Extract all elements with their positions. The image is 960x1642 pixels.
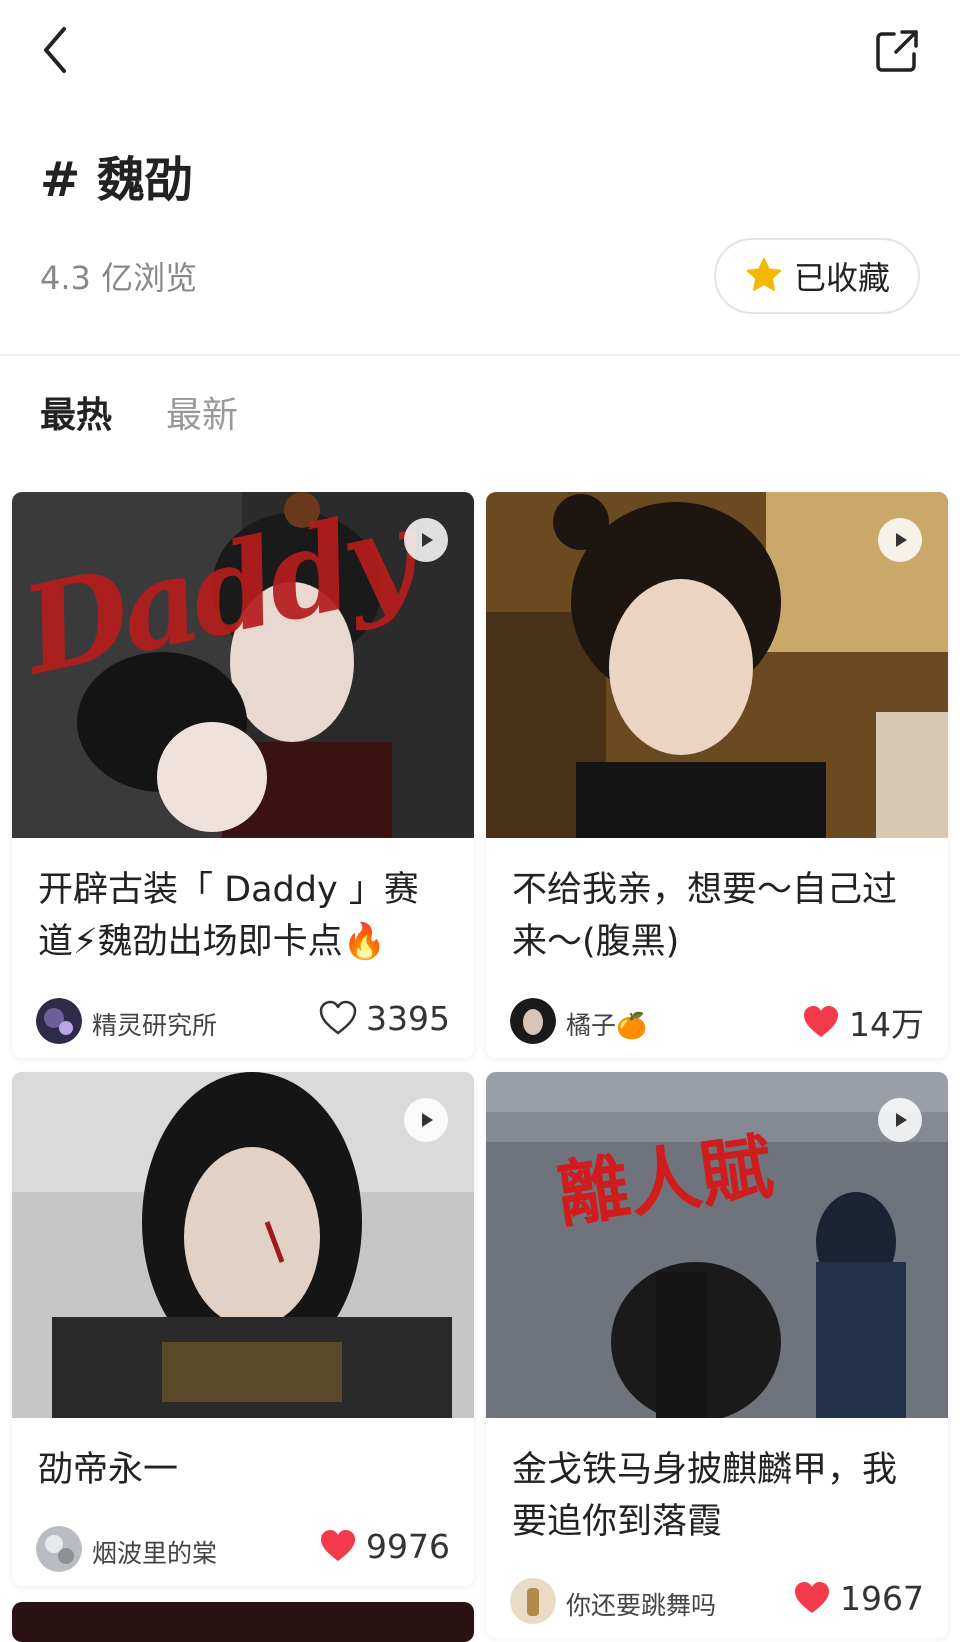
video-thumbnail[interactable] [486, 492, 948, 838]
like-count: 3395 [366, 998, 450, 1038]
video-card[interactable]: Daddy 开辟古装「 Daddy 」赛道⚡魏劭出场即卡点🔥 精灵研究所 339… [12, 492, 474, 1058]
play-button[interactable] [878, 518, 922, 562]
author-avatar[interactable] [510, 1578, 556, 1624]
play-button[interactable] [878, 1098, 922, 1142]
play-button[interactable] [404, 518, 448, 562]
card-meta: 烟波里的棠 9976 [12, 1512, 474, 1586]
play-icon [422, 1113, 433, 1127]
video-thumbnail[interactable]: 離人賦 [486, 1072, 948, 1418]
author-name[interactable]: 烟波里的棠 [92, 1534, 217, 1570]
like-count: 14万 [849, 1005, 924, 1044]
author-avatar[interactable] [36, 998, 82, 1044]
video-card[interactable]: 不给我亲，想要～自己过来～(腹黑) 橘子🍊 14万 [486, 492, 948, 1058]
play-icon [896, 1113, 907, 1127]
like-button[interactable]: 14万 [801, 998, 924, 1046]
card-title[interactable]: 开辟古装「 Daddy 」赛道⚡魏劭出场即卡点🔥 [12, 838, 474, 984]
card-meta: 橘子🍊 14万 [486, 984, 948, 1058]
video-card[interactable]: 劭帝永一 烟波里的棠 9976 [12, 1072, 474, 1586]
play-icon [896, 533, 907, 547]
card-meta: 精灵研究所 3395 [12, 984, 474, 1058]
author-name[interactable]: 你还要跳舞吗 [566, 1586, 716, 1622]
video-thumbnail[interactable] [12, 1072, 474, 1418]
video-card[interactable]: 離人賦 金戈铁马身披麒麟甲，我要追你到落霞 你还要跳舞吗 1967 [486, 1072, 948, 1638]
author-avatar[interactable] [510, 998, 556, 1044]
video-card[interactable] [12, 1602, 474, 1642]
author-avatar[interactable] [36, 1526, 82, 1572]
card-title[interactable]: 不给我亲，想要～自己过来～(腹黑) [486, 838, 948, 984]
heart-filled-icon [318, 1526, 358, 1566]
author-name[interactable]: 橘子🍊 [566, 1006, 647, 1042]
video-thumbnail[interactable] [12, 1602, 474, 1642]
heart-filled-icon [792, 1578, 832, 1618]
author-name[interactable]: 精灵研究所 [92, 1006, 217, 1042]
like-button[interactable]: 3395 [318, 998, 450, 1038]
card-title[interactable]: 劭帝永一 [12, 1418, 474, 1512]
video-thumbnail[interactable]: Daddy [12, 492, 474, 838]
card-title[interactable]: 金戈铁马身披麒麟甲，我要追你到落霞 [486, 1418, 948, 1564]
like-count: 9976 [366, 1526, 450, 1566]
play-button[interactable] [404, 1098, 448, 1142]
heart-filled-icon [801, 1002, 841, 1042]
like-count: 1967 [840, 1578, 924, 1618]
heart-outline-icon [318, 998, 358, 1038]
card-meta: 你还要跳舞吗 1967 [486, 1564, 948, 1638]
like-button[interactable]: 1967 [792, 1578, 924, 1618]
play-icon [422, 533, 433, 547]
like-button[interactable]: 9976 [318, 1526, 450, 1566]
video-grid: Daddy 开辟古装「 Daddy 」赛道⚡魏劭出场即卡点🔥 精灵研究所 339… [0, 0, 960, 1642]
